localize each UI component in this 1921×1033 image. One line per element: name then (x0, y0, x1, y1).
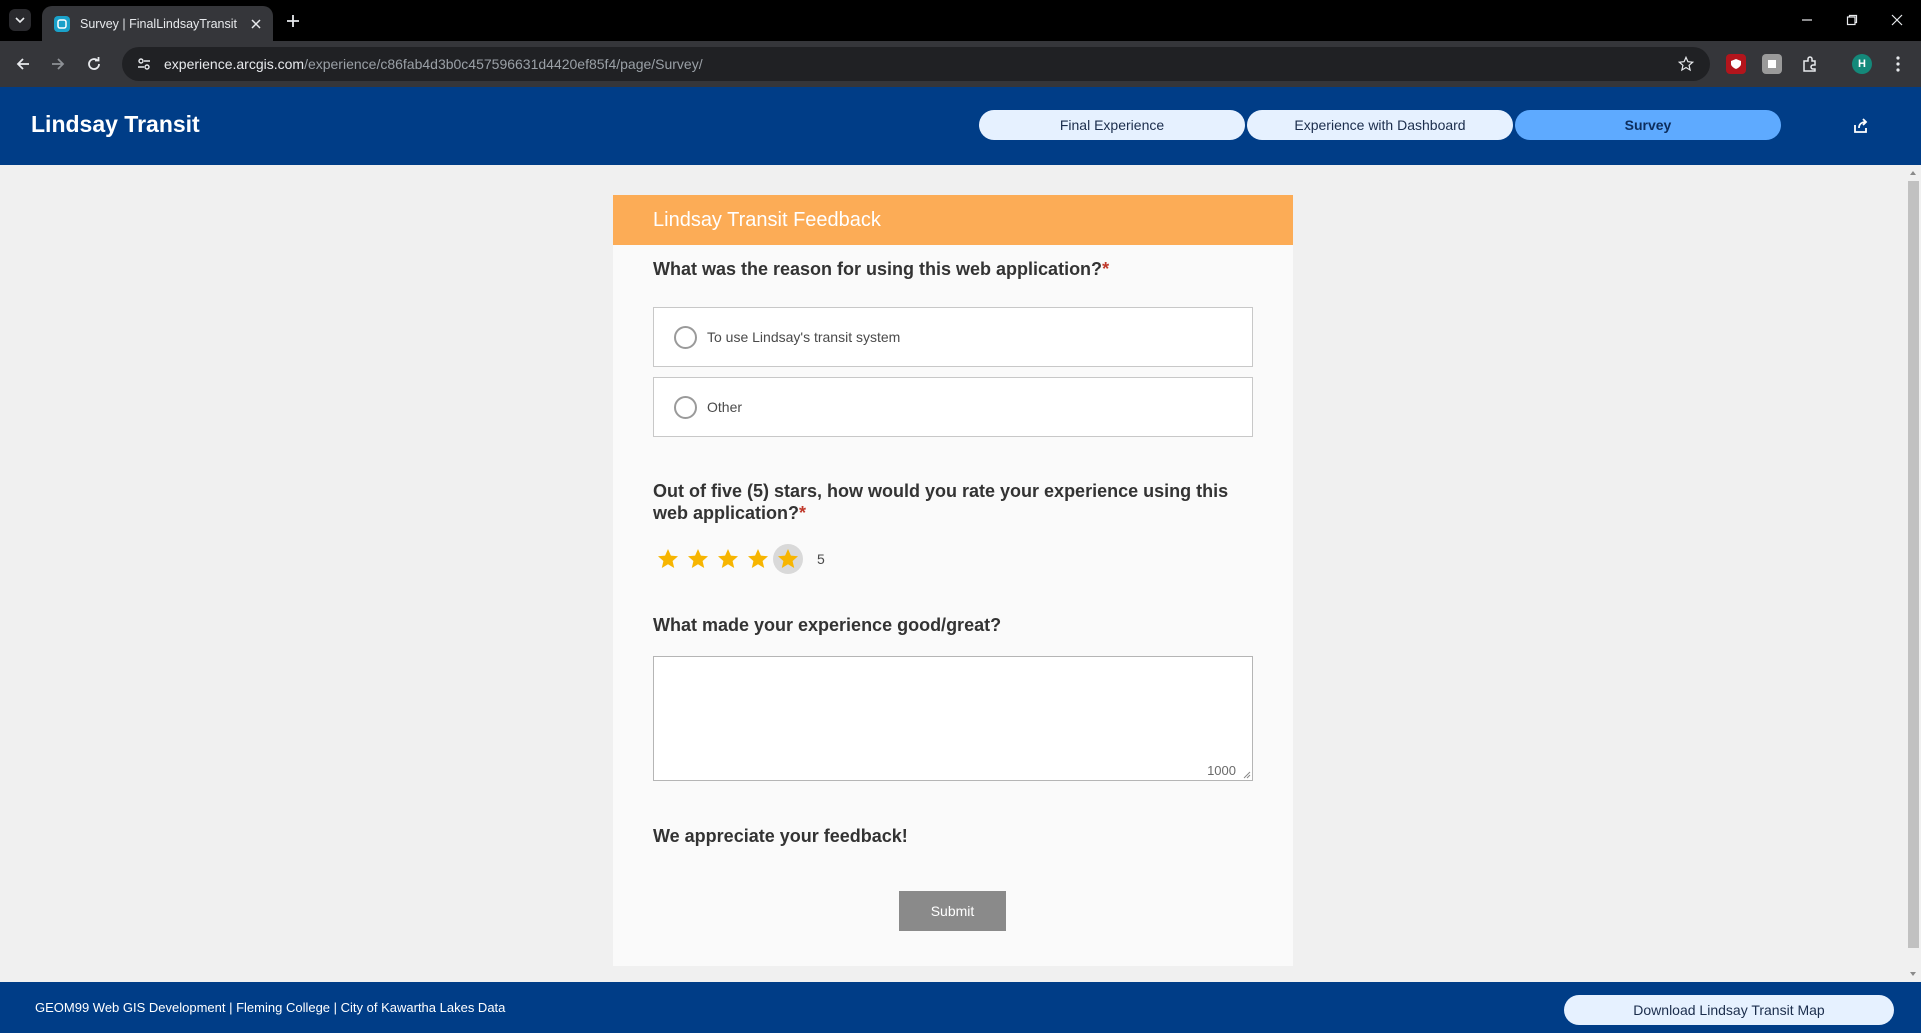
tab-search-button[interactable] (9, 9, 31, 31)
submit-button[interactable]: Submit (899, 891, 1006, 931)
page-scrollbar[interactable] (1905, 165, 1921, 982)
url-path: /experience/c86fab4d3b0c457596631d4420ef… (304, 56, 703, 72)
star-rating: 5 (653, 544, 825, 574)
survey-form: Lindsay Transit Feedback What was the re… (613, 195, 1293, 966)
url-text: experience.arcgis.com/experience/c86fab4… (164, 56, 703, 72)
radio-label: Other (707, 399, 743, 415)
question-reason: What was the reason for using this web a… (653, 258, 1253, 280)
forward-button[interactable] (46, 52, 70, 76)
star-icon[interactable] (713, 544, 743, 574)
star-icon[interactable] (683, 544, 713, 574)
new-tab-button[interactable] (282, 10, 304, 32)
app-footer: GEOM99 Web GIS Development | Fleming Col… (0, 982, 1921, 1033)
extensions-puzzle-icon[interactable] (1800, 54, 1820, 74)
question-reason-text: What was the reason for using this web a… (653, 259, 1103, 279)
question-rating: Out of five (5) stars, how would you rat… (653, 480, 1253, 524)
closing-message-text: We appreciate your feedback! (653, 826, 908, 846)
scroll-up-icon[interactable] (1909, 169, 1917, 177)
form-header: Lindsay Transit Feedback (613, 195, 1293, 245)
download-map-button[interactable]: Download Lindsay Transit Map (1564, 995, 1894, 1025)
extension-icon[interactable] (1762, 54, 1782, 74)
scroll-down-icon[interactable] (1909, 970, 1917, 978)
browser-toolbar: experience.arcgis.com/experience/c86fab4… (0, 41, 1921, 87)
arrow-right-icon (52, 58, 65, 70)
question-good-great-text: What made your experience good/great? (653, 615, 1002, 635)
plus-icon (287, 15, 299, 27)
required-mark: * (799, 503, 807, 523)
app-title: Lindsay Transit (31, 111, 200, 137)
reload-button[interactable] (82, 52, 106, 76)
address-bar[interactable]: experience.arcgis.com/experience/c86fab4… (122, 47, 1710, 81)
star-icon[interactable] (743, 544, 773, 574)
close-tab-icon[interactable] (247, 15, 265, 33)
radio-label: To use Lindsay's transit system (707, 329, 901, 345)
close-icon (1891, 14, 1903, 26)
browser-tab-active[interactable]: Survey | FinalLindsayTransit (42, 6, 273, 41)
profile-avatar[interactable]: H (1852, 54, 1872, 74)
feedback-textarea[interactable]: 1000 (653, 656, 1253, 781)
share-icon (1854, 118, 1868, 133)
question-good-great: What made your experience good/great? (653, 614, 1253, 636)
star-icon[interactable] (653, 544, 683, 574)
restore-window-button[interactable] (1837, 8, 1867, 32)
reload-icon (88, 57, 100, 70)
app-header: Lindsay Transit Final Experience Experie… (0, 87, 1921, 165)
share-button[interactable] (1850, 115, 1872, 137)
nav-survey[interactable]: Survey (1515, 110, 1781, 140)
radio-option-transit[interactable]: To use Lindsay's transit system (653, 307, 1253, 367)
resize-handle-icon[interactable] (1241, 769, 1251, 779)
close-window-button[interactable] (1882, 8, 1912, 32)
star-icon[interactable] (773, 544, 803, 574)
bookmark-star-icon[interactable] (1676, 54, 1696, 74)
closing-message: We appreciate your feedback! (653, 825, 1253, 847)
scrollbar-thumb[interactable] (1908, 181, 1919, 948)
url-host: experience.arcgis.com (164, 56, 305, 72)
back-button[interactable] (11, 52, 35, 76)
nav-experience-with-dashboard[interactable]: Experience with Dashboard (1247, 110, 1513, 140)
minimize-icon (1802, 19, 1812, 21)
browser-menu-icon[interactable] (1888, 54, 1908, 74)
required-mark: * (1102, 259, 1110, 279)
radio-option-other[interactable]: Other (653, 377, 1253, 437)
tab-title: Survey | FinalLindsayTransit (80, 16, 238, 31)
ublock-extension-icon[interactable] (1726, 54, 1746, 74)
radio-button[interactable] (674, 325, 697, 349)
arrow-left-icon (16, 58, 29, 70)
rating-value: 5 (817, 551, 825, 567)
arcgis-favicon-icon (54, 15, 70, 32)
char-limit-counter: 1000 (1207, 763, 1236, 778)
restore-icon (1846, 14, 1858, 26)
nav-final-experience[interactable]: Final Experience (979, 110, 1245, 140)
site-info-icon[interactable] (134, 54, 154, 74)
footer-credits: GEOM99 Web GIS Development | Fleming Col… (35, 1000, 506, 1015)
chevron-down-icon (15, 17, 25, 24)
browser-tab-strip: Survey | FinalLindsayTransit (0, 0, 1921, 41)
minimize-window-button[interactable] (1792, 8, 1822, 32)
radio-button[interactable] (674, 395, 697, 419)
page-content: Lindsay Transit Feedback What was the re… (0, 165, 1921, 982)
question-rating-text: Out of five (5) stars, how would you rat… (653, 481, 1229, 523)
